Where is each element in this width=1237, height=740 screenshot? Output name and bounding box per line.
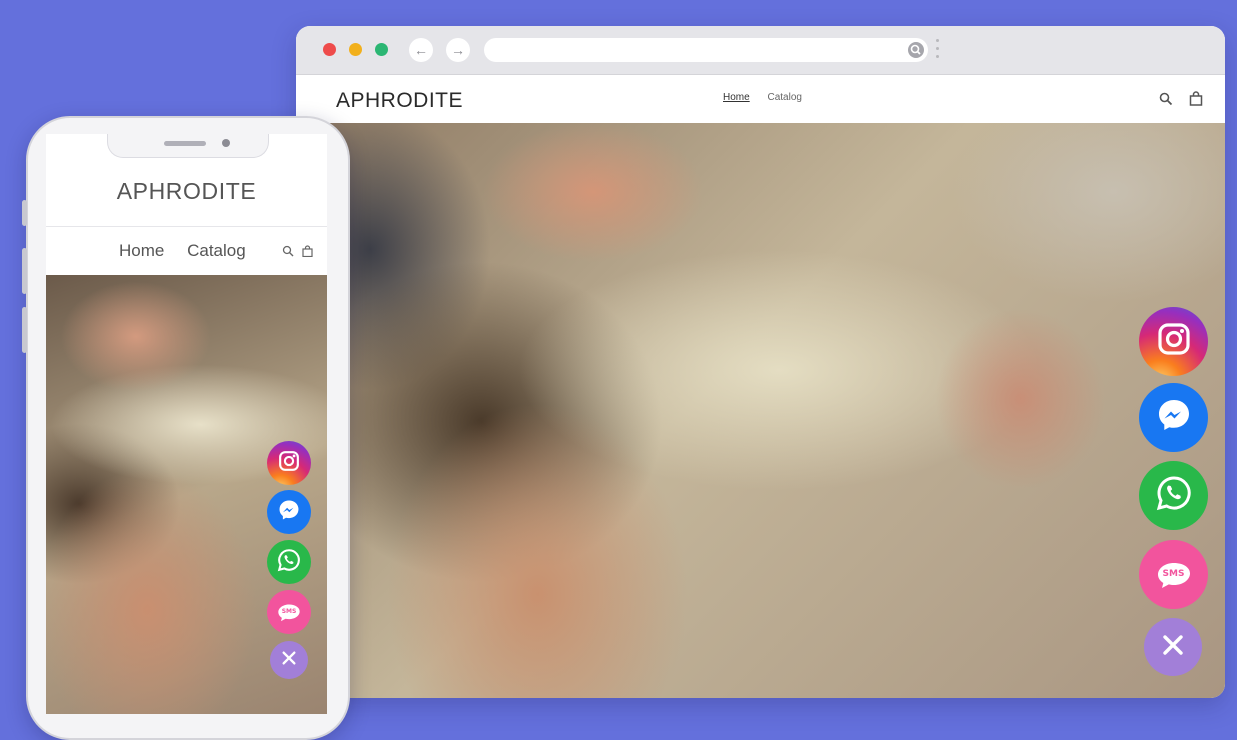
mobile-nav-home-link[interactable]: Home xyxy=(119,241,164,260)
window-minimize-dot[interactable] xyxy=(349,43,362,56)
back-arrow-icon[interactable]: ← xyxy=(409,38,433,62)
bag-icon[interactable] xyxy=(302,244,314,262)
messenger-button[interactable] xyxy=(267,490,311,534)
desktop-browser-window: ← → APHRODITE Home Catalog SMS xyxy=(296,26,1225,698)
search-icon[interactable] xyxy=(908,42,924,58)
hero-image xyxy=(296,123,1225,698)
whatsapp-icon xyxy=(1154,473,1194,518)
front-camera xyxy=(222,139,230,147)
instagram-icon xyxy=(277,449,301,478)
mobile-nav-catalog-link[interactable]: Catalog xyxy=(187,241,246,260)
header-divider xyxy=(46,226,327,227)
instagram-icon xyxy=(1155,320,1193,363)
mobile-site-logo[interactable]: APHRODITE xyxy=(46,178,327,205)
bag-icon[interactable] xyxy=(1189,91,1203,111)
header-icons xyxy=(1147,91,1203,111)
mobile-screen: APHRODITE Home Catalog SMS xyxy=(46,134,327,714)
forward-arrow-icon[interactable]: → xyxy=(446,38,470,62)
window-maximize-dot[interactable] xyxy=(375,43,388,56)
address-bar[interactable] xyxy=(484,38,928,62)
messenger-icon xyxy=(277,498,301,527)
phone-volume-down-button xyxy=(22,307,27,353)
search-icon[interactable] xyxy=(1159,92,1173,111)
whatsapp-icon xyxy=(276,547,302,578)
close-button[interactable] xyxy=(270,641,308,679)
messenger-icon xyxy=(1155,396,1193,439)
speaker-grille xyxy=(164,141,206,146)
search-icon[interactable] xyxy=(282,244,294,262)
more-menu-icon[interactable] xyxy=(936,39,940,63)
phone-notch xyxy=(107,134,269,158)
browser-toolbar: ← → xyxy=(296,26,1225,75)
whatsapp-button[interactable] xyxy=(1139,461,1208,530)
nav-catalog-link[interactable]: Catalog xyxy=(767,92,801,103)
site-logo[interactable]: APHRODITE xyxy=(336,89,463,113)
nav-home-link[interactable]: Home xyxy=(723,92,750,103)
sms-button[interactable]: SMS xyxy=(267,590,311,634)
instagram-button[interactable] xyxy=(267,441,311,485)
site-header: APHRODITE Home Catalog xyxy=(296,75,1225,123)
instagram-button[interactable] xyxy=(1139,307,1208,376)
sms-label: SMS xyxy=(1162,568,1185,579)
close-button[interactable] xyxy=(1144,618,1202,676)
sms-icon: SMS xyxy=(1156,561,1192,589)
sms-label: SMS xyxy=(281,607,297,615)
phone-side-button xyxy=(22,200,27,226)
close-icon xyxy=(1161,633,1185,662)
mobile-header-icons xyxy=(282,244,317,262)
close-icon xyxy=(281,650,297,671)
whatsapp-button[interactable] xyxy=(267,540,311,584)
sms-icon: SMS xyxy=(277,603,301,622)
mobile-nav: Home Catalog xyxy=(119,241,264,261)
sms-button[interactable]: SMS xyxy=(1139,540,1208,609)
messenger-button[interactable] xyxy=(1139,383,1208,452)
window-close-dot[interactable] xyxy=(323,43,336,56)
phone-volume-up-button xyxy=(22,248,27,294)
site-nav: Home Catalog xyxy=(723,92,817,103)
